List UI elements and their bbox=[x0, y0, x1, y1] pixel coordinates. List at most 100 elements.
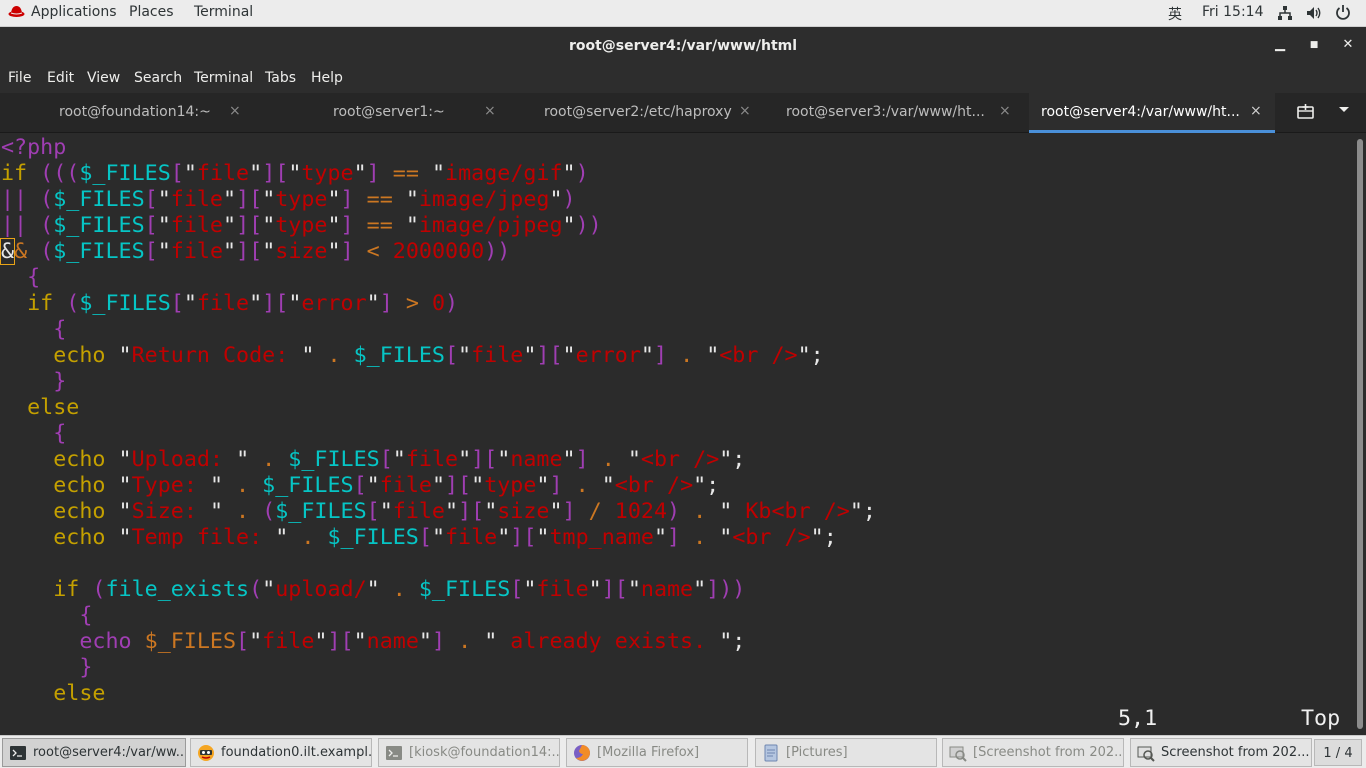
code-token: " bbox=[458, 447, 472, 472]
code-token: ] bbox=[431, 629, 446, 654]
code-token: " bbox=[223, 213, 237, 238]
task-server4-terminal[interactable]: root@server4:/var/ww... bbox=[2, 738, 186, 767]
window-titlebar[interactable]: root@server4:/var/www/html ▁ ■ ✕ bbox=[0, 27, 1366, 65]
code-token: file bbox=[445, 525, 498, 550]
terminal-view[interactable]: <?php if ((($_FILES["file"]["type"] == "i… bbox=[0, 133, 1354, 735]
code-token: " bbox=[262, 577, 276, 602]
code-token: ) bbox=[575, 161, 589, 186]
menu-search[interactable]: Search bbox=[134, 70, 182, 86]
task-label: [Mozilla Firefox] bbox=[597, 745, 700, 760]
menu-view[interactable]: View bbox=[87, 70, 120, 86]
code-token: [ bbox=[144, 187, 158, 212]
code-token: " bbox=[183, 291, 197, 316]
code-token: if bbox=[1, 577, 80, 602]
code-token: " bbox=[562, 447, 576, 472]
code-token: file bbox=[405, 447, 459, 472]
code-token: image/pjpeg bbox=[418, 213, 563, 238]
tab-close-icon[interactable]: × bbox=[1250, 103, 1262, 119]
code-token: type bbox=[275, 187, 328, 212]
menu-file[interactable]: File bbox=[8, 70, 31, 86]
scrollbar-thumb[interactable] bbox=[1357, 139, 1363, 729]
code-token: " bbox=[157, 187, 171, 212]
code-line: { bbox=[1, 317, 66, 343]
menu-tabs[interactable]: Tabs bbox=[265, 70, 296, 86]
terminal-scrollbar[interactable] bbox=[1354, 133, 1366, 735]
code-token: ][ bbox=[458, 499, 485, 524]
code-line: && ($_FILES["file"]["size"] < 2000000)) bbox=[0, 238, 510, 265]
minimize-button[interactable]: ▁ bbox=[1272, 37, 1288, 53]
code-token: " bbox=[262, 239, 276, 264]
code-token: ][ bbox=[236, 239, 263, 264]
code-line: { bbox=[1, 603, 92, 629]
task-screenshot-dim[interactable]: [Screenshot from 202... bbox=[942, 738, 1124, 767]
tab-close-icon[interactable]: × bbox=[739, 103, 751, 119]
tab-list-chevron-down-icon[interactable] bbox=[1338, 103, 1350, 119]
scroll-position: Top bbox=[1301, 706, 1341, 731]
code-token: " bbox=[353, 629, 367, 654]
tab-close-icon[interactable]: × bbox=[999, 103, 1011, 119]
code-token: " bbox=[327, 187, 341, 212]
code-token: { bbox=[1, 265, 41, 290]
new-tab-terminal-icon[interactable] bbox=[1297, 104, 1314, 124]
menu-help[interactable]: Help bbox=[311, 70, 343, 86]
code-token: ][ bbox=[601, 577, 628, 602]
network-icon[interactable] bbox=[1277, 5, 1293, 25]
tab-server3[interactable]: root@server3:/var/www/ht... × bbox=[770, 93, 1028, 133]
input-method-indicator[interactable]: 英 bbox=[1168, 4, 1182, 24]
code-token: name bbox=[366, 629, 419, 654]
places-menu[interactable]: Places bbox=[129, 4, 174, 20]
code-token: " bbox=[327, 239, 341, 264]
menu-terminal[interactable]: Terminal bbox=[194, 70, 253, 86]
tab-server2[interactable]: root@server2:/etc/haproxy × bbox=[512, 93, 770, 133]
code-token: ] bbox=[340, 213, 354, 238]
volume-icon[interactable] bbox=[1306, 5, 1323, 25]
code-token: ][ bbox=[236, 213, 263, 238]
code-token: "; bbox=[849, 499, 876, 524]
code-token: " bbox=[249, 629, 263, 654]
task-pictures[interactable]: [Pictures] bbox=[755, 738, 937, 767]
code-token: & bbox=[14, 239, 41, 264]
close-button[interactable]: ✕ bbox=[1340, 37, 1356, 53]
clock[interactable]: Fri 15:14 bbox=[1202, 4, 1263, 20]
maximize-button[interactable]: ■ bbox=[1306, 37, 1322, 53]
menu-bar: File Edit View Search Terminal Tabs Help bbox=[0, 65, 1366, 93]
code-token: " bbox=[379, 499, 393, 524]
tab-label: root@foundation14:~ bbox=[59, 104, 211, 120]
tab-server4[interactable]: root@server4:/var/www/ht... × bbox=[1029, 93, 1275, 133]
code-token: " bbox=[183, 161, 197, 186]
task-foundation0-viewer[interactable]: foundation0.ilt.exampl... bbox=[190, 738, 372, 767]
code-token: " bbox=[497, 447, 511, 472]
tab-server1[interactable]: root@server1:~ × bbox=[256, 93, 512, 133]
code-token: . bbox=[223, 499, 263, 524]
tab-close-icon[interactable]: × bbox=[484, 103, 496, 119]
task-kiosk-terminal[interactable]: [kiosk@foundation14:... bbox=[378, 738, 560, 767]
code-token: echo bbox=[1, 525, 106, 550]
code-token: ][ bbox=[445, 473, 472, 498]
code-token: [ bbox=[379, 447, 393, 472]
code-token: " bbox=[157, 239, 171, 264]
code-token: ( bbox=[40, 239, 54, 264]
applications-menu[interactable]: Applications bbox=[8, 4, 117, 20]
code-token: ] bbox=[340, 239, 354, 264]
code-token: ][ bbox=[236, 187, 263, 212]
code-token: == bbox=[353, 187, 406, 212]
code-token: Upload: bbox=[131, 447, 237, 472]
tab-close-icon[interactable]: × bbox=[229, 103, 241, 119]
power-icon[interactable] bbox=[1335, 4, 1351, 25]
code-token: ] bbox=[379, 291, 393, 316]
code-token: " bbox=[549, 499, 563, 524]
task-label: [Screenshot from 202... bbox=[973, 745, 1124, 760]
code-token: already exists. bbox=[497, 629, 720, 654]
code-token: " bbox=[157, 213, 171, 238]
code-token: $_FILES bbox=[353, 343, 445, 368]
code-token: Size: bbox=[131, 499, 210, 524]
task-screenshot[interactable]: Screenshot from 202... bbox=[1130, 738, 1312, 767]
task-firefox[interactable]: [Mozilla Firefox] bbox=[566, 738, 748, 767]
code-token: " bbox=[405, 187, 419, 212]
workspace-pager[interactable]: 1 / 4 bbox=[1314, 739, 1362, 766]
tab-foundation14[interactable]: root@foundation14:~ × bbox=[0, 93, 256, 133]
menu-edit[interactable]: Edit bbox=[47, 70, 74, 86]
code-token: " bbox=[588, 577, 602, 602]
code-token: " bbox=[209, 499, 223, 524]
terminal-app-menu[interactable]: Terminal bbox=[194, 4, 253, 20]
